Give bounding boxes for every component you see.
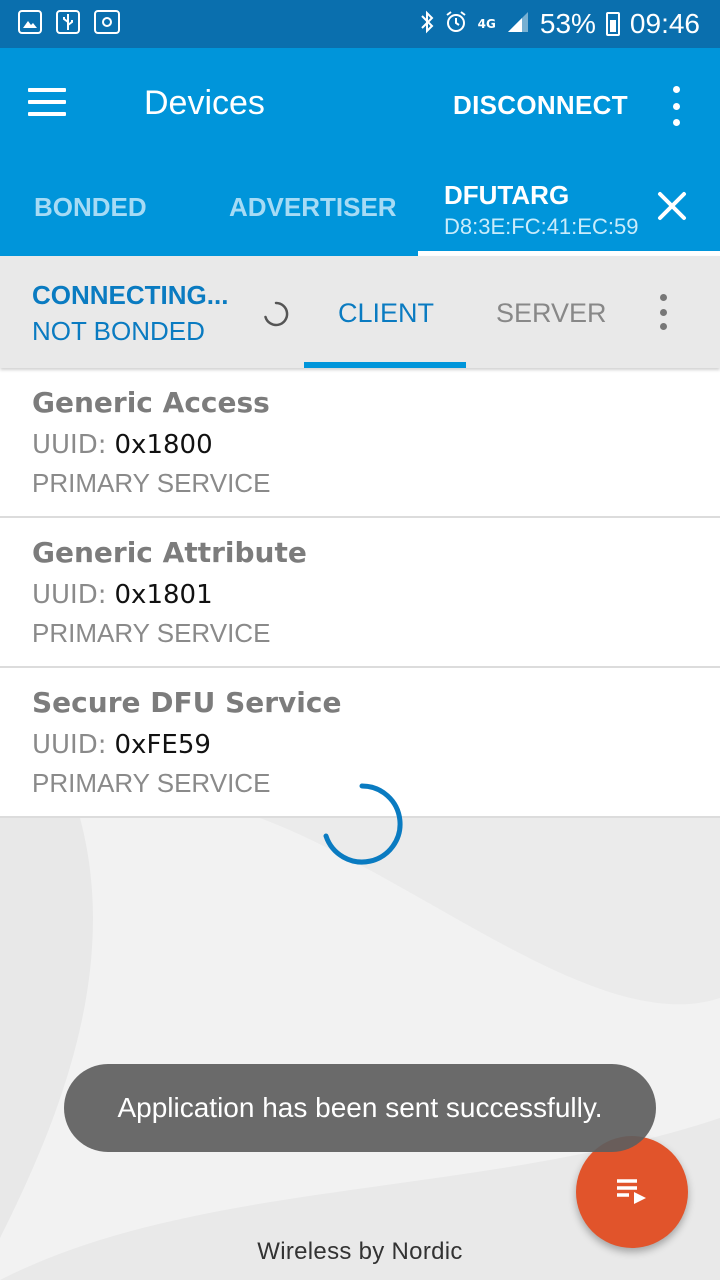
connection-more-icon[interactable] — [652, 294, 674, 330]
device-name: DFUTARG — [444, 180, 570, 210]
log-list-button[interactable] — [576, 1136, 688, 1248]
list-item[interactable]: Generic Access UUID: 0x1800 PRIMARY SERVI… — [0, 368, 720, 518]
battery-percent: 53% — [539, 8, 596, 39]
service-uuid: UUID: 0x1800 — [32, 430, 213, 460]
menu-icon[interactable] — [28, 88, 68, 120]
toast-message: Application has been sent successfully. — [64, 1064, 656, 1152]
tab-bonded[interactable]: BONDED — [34, 192, 147, 223]
service-list: Generic Access UUID: 0x1800 PRIMARY SERVI… — [0, 368, 720, 818]
disconnect-button[interactable]: DISCONNECT — [453, 90, 628, 121]
tab-advertiser[interactable]: ADVERTISER — [229, 192, 397, 223]
signal-icon — [506, 12, 530, 36]
alarm-icon — [444, 10, 468, 38]
page-title: Devices — [144, 84, 265, 122]
service-type: PRIMARY SERVICE — [32, 618, 271, 648]
connection-bar: CONNECTING... NOT BONDED CLIENT SERVER — [0, 256, 720, 368]
screen-share-icon — [94, 10, 120, 34]
battery-icon — [605, 12, 620, 36]
service-type: PRIMARY SERVICE — [32, 768, 271, 798]
service-type: PRIMARY SERVICE — [32, 468, 271, 498]
tab-server[interactable]: SERVER — [496, 298, 607, 329]
device-address: D8:3E:FC:41:EC:59 — [444, 214, 639, 239]
bond-state: NOT BONDED — [32, 316, 205, 346]
loading-spinner-icon — [318, 780, 406, 868]
image-icon — [18, 10, 42, 34]
connecting-spinner-icon — [262, 300, 290, 328]
bluetooth-icon — [420, 10, 434, 38]
connection-state: CONNECTING... — [32, 280, 229, 310]
service-name: Generic Attribute — [32, 536, 307, 569]
network-4g-icon: 4G — [477, 17, 496, 31]
close-icon[interactable] — [654, 188, 690, 224]
service-name: Secure DFU Service — [32, 686, 342, 719]
status-bar: 4G 53% 09:46 — [0, 0, 720, 48]
service-uuid: UUID: 0xFE59 — [32, 730, 211, 760]
tab-client[interactable]: CLIENT — [338, 298, 434, 329]
list-item[interactable]: Generic Attribute UUID: 0x1801 PRIMARY SE… — [0, 518, 720, 668]
client-tab-indicator — [304, 362, 466, 368]
status-right: 4G 53% 09:46 — [420, 6, 700, 42]
log-list-icon — [615, 1175, 649, 1209]
service-uuid: UUID: 0x1801 — [32, 580, 213, 610]
status-left-icons — [18, 10, 120, 34]
app-bar: Devices DISCONNECT BONDED ADVERTISER DFU… — [0, 48, 720, 256]
usb-icon — [56, 10, 80, 34]
clock: 09:46 — [629, 8, 700, 39]
more-options-icon[interactable] — [664, 86, 688, 126]
service-name: Generic Access — [32, 386, 270, 419]
